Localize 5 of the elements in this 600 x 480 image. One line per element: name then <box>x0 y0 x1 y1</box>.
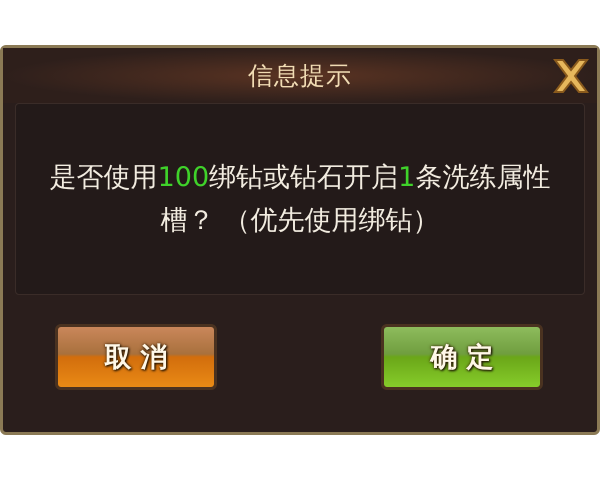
close-icon[interactable] <box>551 58 591 94</box>
cancel-button[interactable]: 取 消 <box>55 324 217 390</box>
confirm-button[interactable]: 确 定 <box>381 324 543 390</box>
dialog-title: 信息提示 <box>248 60 352 92</box>
message-text: 是否使用 100绑钻或钻石开启 1条洗练属性槽？ （优先使用绑钻） <box>48 160 552 238</box>
